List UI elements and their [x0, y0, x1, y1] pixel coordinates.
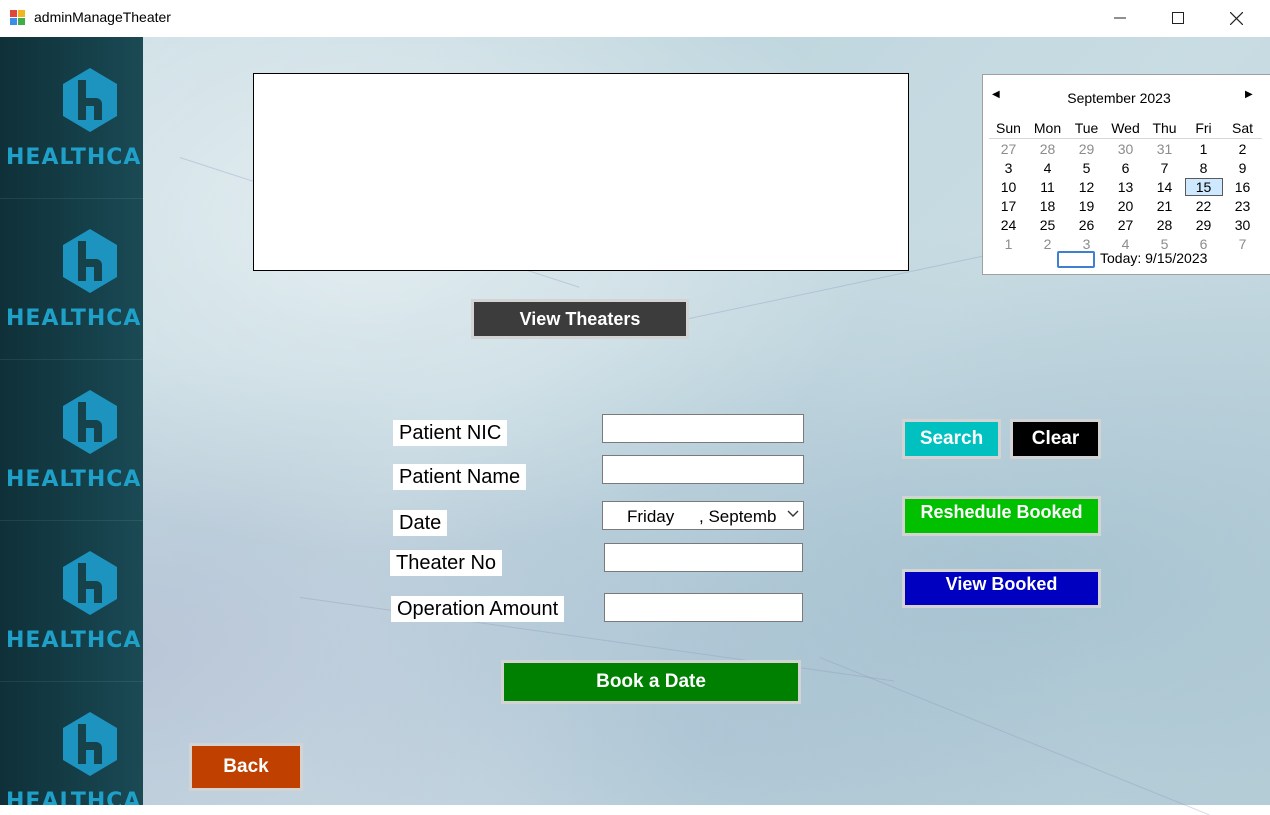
calendar-day[interactable]: 29: [1067, 139, 1106, 159]
calendar-day[interactable]: 26: [1067, 215, 1106, 234]
month-calendar[interactable]: ◀ ▶ September 2023 Sun Mon Tue Wed Thu F…: [982, 74, 1270, 275]
window-title: adminManageTheater: [34, 9, 171, 25]
calendar-weekday: Tue: [1067, 118, 1106, 139]
date-picker[interactable]: Friday , Septembe: [602, 501, 804, 530]
book-date-button[interactable]: Book a Date: [501, 660, 801, 704]
healthcare-h-logo-icon: [63, 712, 117, 776]
brand-wordmark: HEALTHCARE: [6, 467, 143, 492]
calendar-day-selected-label: 15: [1184, 177, 1223, 196]
calendar-weekday: Mon: [1028, 118, 1067, 139]
calendar-month-title[interactable]: September 2023: [983, 90, 1255, 106]
healthcare-h-logo-icon: [63, 551, 117, 615]
date-picker-month: , Septembe: [699, 507, 777, 526]
today-marker: [1057, 251, 1095, 268]
calendar-day[interactable]: 14: [1145, 177, 1184, 196]
calendar-day[interactable]: 30: [1106, 139, 1145, 159]
calendar-day[interactable]: 5: [1067, 158, 1106, 177]
background-texture: [819, 657, 1210, 815]
calendar-day[interactable]: 8: [1184, 158, 1223, 177]
healthcare-h-logo-icon: [63, 68, 117, 132]
calendar-weekday: Thu: [1145, 118, 1184, 139]
view-booked-button[interactable]: View Booked: [902, 569, 1101, 608]
calendar-day[interactable]: 27: [1106, 215, 1145, 234]
brand-logo: HEALTHCARE: [0, 359, 143, 521]
operation-amount-input[interactable]: [604, 593, 803, 622]
maximize-button[interactable]: [1149, 0, 1207, 36]
calendar-day[interactable]: 16: [1223, 177, 1262, 196]
theater-no-label: Theater No: [390, 550, 503, 576]
calendar-day[interactable]: 1: [1184, 139, 1223, 159]
calendar-day[interactable]: 2: [1223, 139, 1262, 159]
calendar-day[interactable]: 7: [1145, 158, 1184, 177]
calendar-day[interactable]: 11: [1028, 177, 1067, 196]
calendar-weekday: Sat: [1223, 118, 1262, 139]
brand-wordmark: HEALTHCARE: [6, 145, 143, 170]
search-button[interactable]: Search: [902, 419, 1001, 459]
form-client-area: HEALTHCARE HEALTHCARE HEALTHCARE: [0, 37, 1270, 815]
calendar-day[interactable]: 10: [989, 177, 1028, 196]
calendar-day[interactable]: 12: [1067, 177, 1106, 196]
brand-logo: HEALTHCARE: [0, 198, 143, 360]
calendar-day[interactable]: 17: [989, 196, 1028, 215]
calendar-day-selected[interactable]: 15: [1184, 177, 1223, 196]
date-picker-day: Friday: [627, 507, 675, 526]
calendar-day[interactable]: 3: [989, 158, 1028, 177]
calendar-weekday: Wed: [1106, 118, 1145, 139]
calendar-day[interactable]: 18: [1028, 196, 1067, 215]
calendar-day[interactable]: 31: [1145, 139, 1184, 159]
calendar-day[interactable]: 23: [1223, 196, 1262, 215]
calendar-day[interactable]: 27: [989, 139, 1028, 159]
calendar-day[interactable]: 24: [989, 215, 1028, 234]
calendar-day[interactable]: 6: [1106, 158, 1145, 177]
brand-logo: HEALTHCARE: [0, 37, 143, 199]
calendar-day[interactable]: 21: [1145, 196, 1184, 215]
maximize-icon: [1172, 12, 1184, 24]
calendar-day[interactable]: 20: [1106, 196, 1145, 215]
close-button[interactable]: [1207, 0, 1265, 36]
operation-amount-label: Operation Amount: [391, 596, 565, 622]
calendar-day[interactable]: 13: [1106, 177, 1145, 196]
calendar-grid: Sun Mon Tue Wed Thu Fri Sat 27 28 29 30 …: [989, 118, 1262, 253]
brand-wordmark: HEALTHCARE: [6, 306, 143, 331]
calendar-day[interactable]: 19: [1067, 196, 1106, 215]
healthcare-h-logo-icon: [63, 390, 117, 454]
sidebar: HEALTHCARE HEALTHCARE HEALTHCARE: [0, 37, 143, 805]
brand-logo: HEALTHCARE: [0, 681, 143, 805]
chevron-down-icon[interactable]: [787, 510, 799, 518]
back-button[interactable]: Back: [189, 743, 303, 791]
theaters-listbox[interactable]: [253, 73, 909, 271]
calendar-day[interactable]: 7: [1223, 234, 1262, 253]
reschedule-booked-button[interactable]: Reshedule Booked: [902, 496, 1101, 536]
theater-no-input[interactable]: [604, 543, 803, 572]
calendar-weekday: Fri: [1184, 118, 1223, 139]
clear-button[interactable]: Clear: [1010, 419, 1101, 459]
calendar-day[interactable]: 30: [1223, 215, 1262, 234]
patient-nic-input[interactable]: [602, 414, 804, 443]
minimize-icon: [1114, 17, 1126, 19]
calendar-day[interactable]: 28: [1028, 139, 1067, 159]
calendar-day[interactable]: 22: [1184, 196, 1223, 215]
patient-nic-label: Patient NIC: [393, 420, 508, 446]
minimize-button[interactable]: [1091, 0, 1149, 36]
healthcare-h-logo-icon: [63, 229, 117, 293]
view-theaters-button[interactable]: View Theaters: [471, 299, 689, 339]
app-icon: [10, 10, 26, 26]
patient-name-label: Patient Name: [393, 464, 527, 490]
date-label: Date: [393, 510, 448, 536]
brand-logo: HEALTHCARE: [0, 520, 143, 682]
patient-name-input[interactable]: [602, 455, 804, 484]
calendar-weekday: Sun: [989, 118, 1028, 139]
calendar-day[interactable]: 1: [989, 234, 1028, 253]
calendar-day[interactable]: 29: [1184, 215, 1223, 234]
calendar-day[interactable]: 25: [1028, 215, 1067, 234]
title-bar: adminManageTheater: [0, 0, 1270, 37]
brand-wordmark: HEALTHCARE: [6, 628, 143, 653]
calendar-day[interactable]: 4: [1028, 158, 1067, 177]
today-link[interactable]: Today: 9/15/2023: [1100, 250, 1207, 266]
brand-wordmark: HEALTHCARE: [6, 789, 143, 805]
calendar-day[interactable]: 9: [1223, 158, 1262, 177]
calendar-day[interactable]: 28: [1145, 215, 1184, 234]
close-icon: [1229, 11, 1243, 25]
